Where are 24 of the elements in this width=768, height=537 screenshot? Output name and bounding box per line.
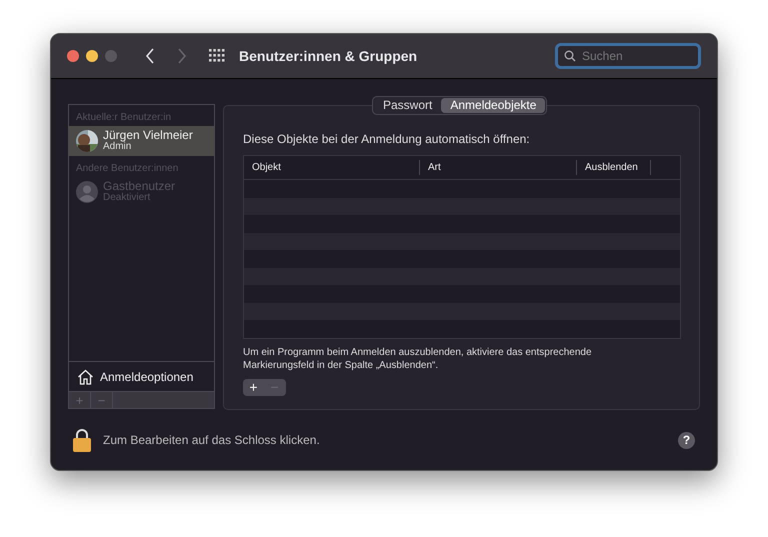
column-header[interactable]: Art [420,160,577,175]
window-title: Benutzer:innen & Gruppen [239,46,418,66]
lock-hint: Zum Bearbeiten auf das Schloss klicken. [103,432,320,449]
search-icon [564,50,576,62]
column-header[interactable]: Ausblenden [577,160,651,175]
lock-icon[interactable] [73,428,91,452]
back-icon[interactable] [145,48,155,64]
house-icon [77,368,94,384]
close-icon[interactable] [67,50,79,62]
grid-icon[interactable] [209,49,225,63]
login-options-button[interactable]: Anmeldeoptionen [100,368,194,386]
user-role: Admin [103,141,132,153]
toolbar-button[interactable]: + [243,378,264,396]
search-field[interactable]: Suchen [555,43,701,69]
list-heading: Diese Objekte bei der Anmeldung automatisch öffnen: [243,131,531,148]
user-name: Jürgen Vielmeier [103,129,193,141]
user-item[interactable]: Jürgen Vielmeier Admin [69,126,214,156]
help-button[interactable]: ? [678,432,695,448]
tab[interactable]: Anmeldeobjekte [441,98,546,113]
user-silhouette-icon [76,181,98,203]
minimize-icon[interactable] [86,50,98,62]
hint-text: Um ein Programm beim Anmelden auszublenden, aktiviere das entsprechende Markierungsfeld in der Spalte „Ausblenden“. [243,346,593,372]
tab[interactable]: Passwort [374,98,442,113]
column-header[interactable]: Objekt [244,160,420,175]
